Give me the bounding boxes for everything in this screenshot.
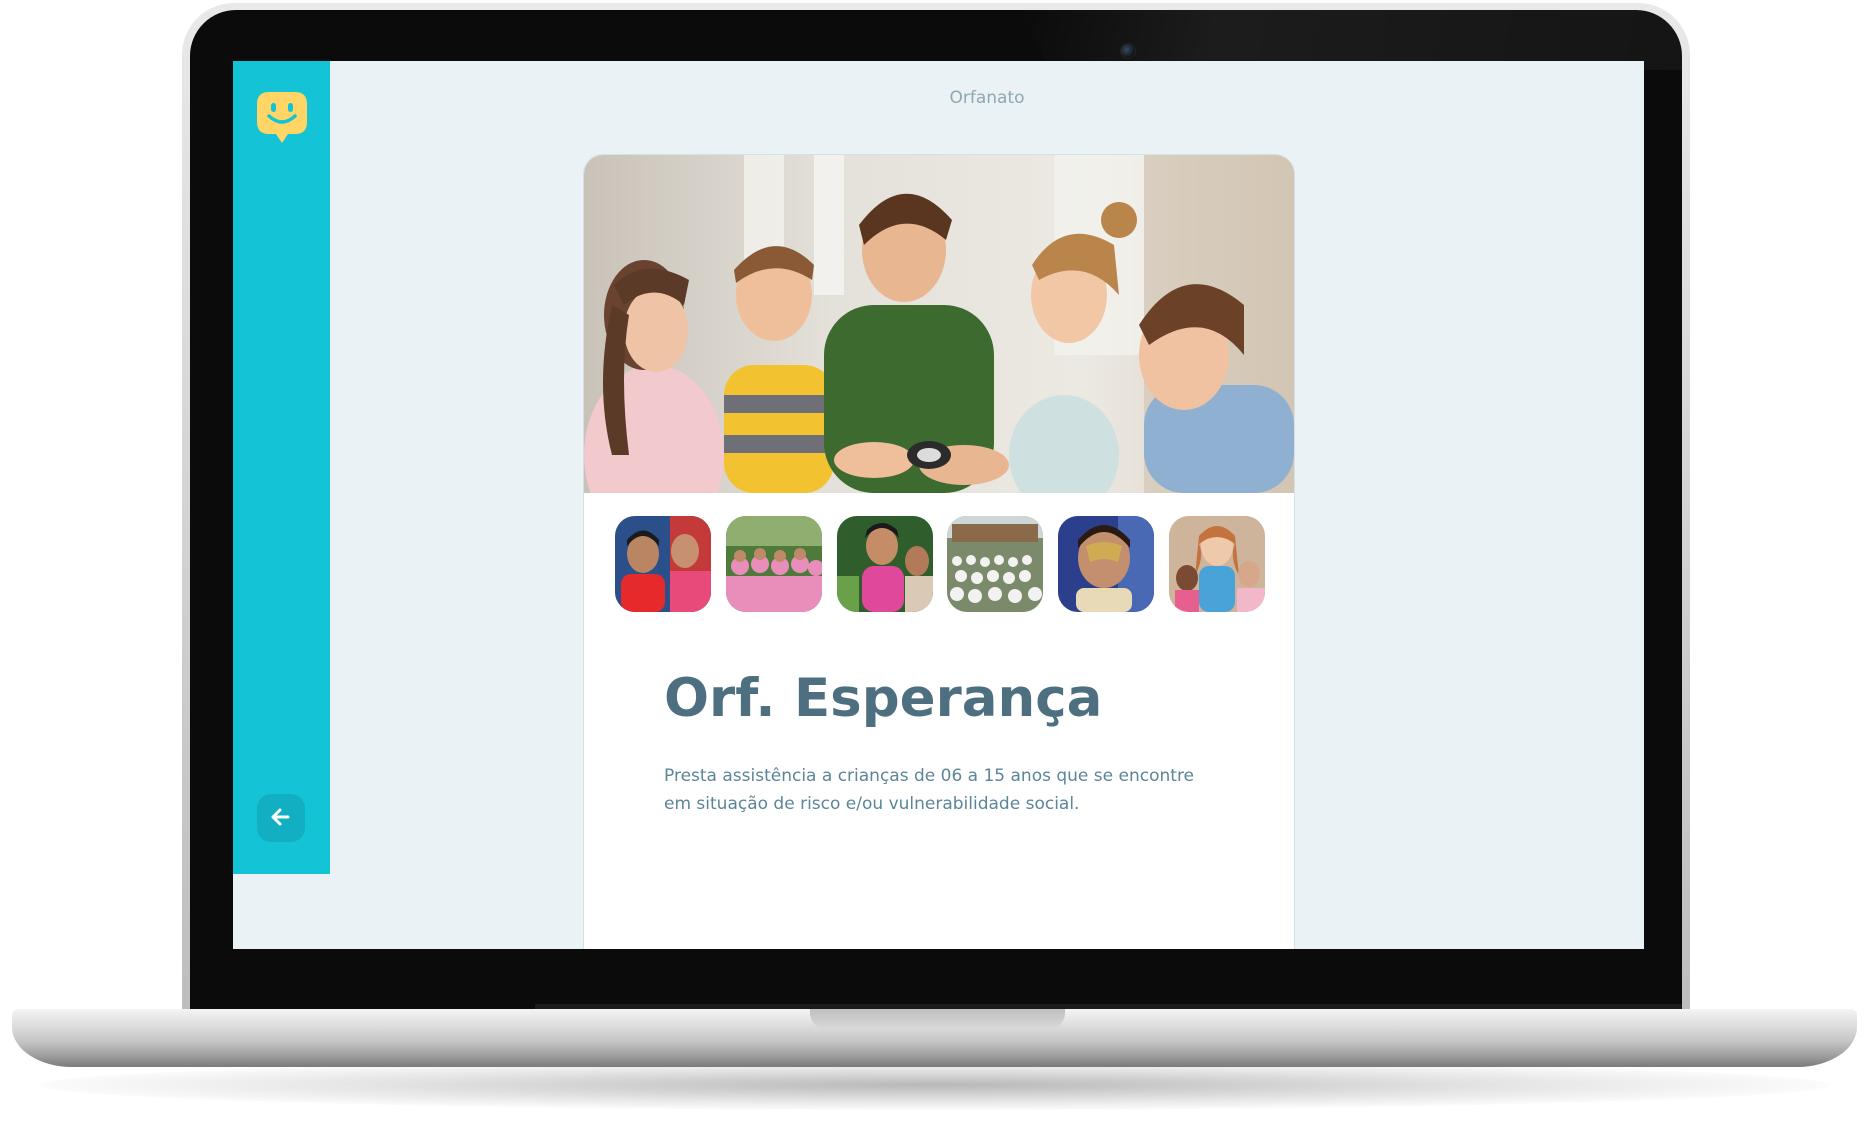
laptop-shadow [40,1060,1830,1110]
gallery-thumbnail[interactable] [615,516,711,612]
page-title: Orfanato [949,88,1025,108]
back-button[interactable] [257,794,305,842]
gallery-thumbnail[interactable] [1168,516,1265,612]
gallery-thumbnail[interactable] [947,516,1044,612]
orphanage-details-card: Orf. Esperança Presta assistência a cria… [583,154,1295,949]
gallery-thumbnail[interactable] [1058,516,1155,612]
smiley-chat-icon[interactable] [257,92,307,144]
gallery-thumbnail[interactable] [836,516,933,612]
orphanage-name: Orf. Esperança [664,668,1103,729]
arrow-left-icon [270,806,292,831]
orphanage-main-image [584,155,1294,493]
orphanage-image-gallery [615,516,1265,612]
laptop-base-notch [810,1009,1065,1029]
orphanage-description: Presta assistência a crianças de 06 a 15… [664,766,1195,814]
camera-icon [1120,43,1136,59]
gallery-thumbnail[interactable] [725,516,822,612]
sidebar [233,61,330,874]
app-screen: Orfanato Orf. Esperança Presta assistênc… [233,61,1644,949]
